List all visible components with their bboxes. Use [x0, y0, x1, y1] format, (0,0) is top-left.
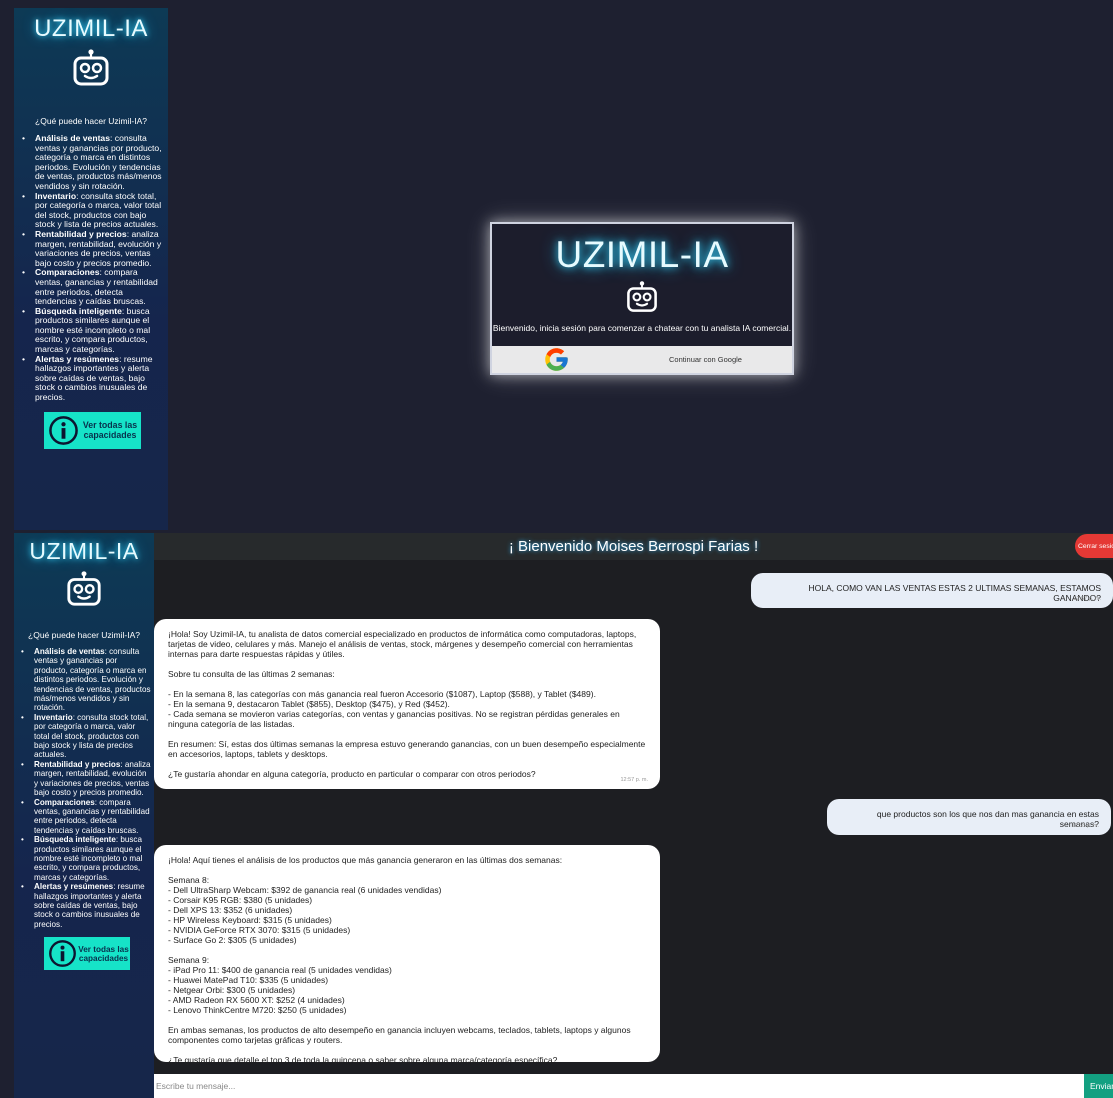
list-item: Comparaciones: compara ventas, ganancias…: [22, 268, 165, 306]
chat-messages[interactable]: HOLA, COMO VAN LAS VENTAS ESTAS 2 ULTIMA…: [154, 560, 1113, 1074]
capabilities-heading: ¿Qué puede hacer Uzimil-IA?: [35, 116, 147, 126]
chat-header: ¡ Bienvenido Moises Berrospi Farias ! Ce…: [154, 533, 1113, 560]
message-composer: Enviar: [154, 1074, 1113, 1098]
login-brand-title: UZIMIL-IA: [555, 234, 729, 275]
login-card: UZIMIL-IA Bienvenido, inicia sesión para…: [490, 222, 794, 375]
user-message: que productos son los que nos dan mas ga…: [827, 799, 1111, 835]
message-timestamp: 12:58 p. m.: [1071, 823, 1099, 829]
message-paragraph: ¡Hola! Soy Uzimil-IA, tu analista de dat…: [168, 629, 639, 659]
sidebar-chat-screen: UZIMIL-IA ¿Qué puede hacer Uzimil-IA? An…: [14, 533, 154, 1098]
info-icon: [48, 415, 79, 446]
message-timestamp: 12:57 p. m.: [620, 777, 648, 783]
list-item: Búsqueda inteligente: busca productos si…: [21, 835, 151, 882]
message-paragraph: ¿Te gustaría que detalle el top 3 de tod…: [168, 1055, 558, 1065]
bot-message: ¡Hola! Soy Uzimil-IA, tu analista de dat…: [154, 619, 660, 789]
message-paragraph: Semana 9: - iPad Pro 11: $400 de gananci…: [168, 955, 392, 1015]
message-text: HOLA, COMO VAN LAS VENTAS ESTAS 2 ULTIMA…: [808, 583, 1104, 603]
list-item: Alertas y resúmenes: resume hallazgos im…: [22, 354, 165, 403]
list-item: Análisis de ventas: consulta ventas y ga…: [21, 647, 151, 713]
robot-icon: [16, 48, 166, 88]
list-item: Análisis de ventas: consulta ventas y ga…: [22, 133, 165, 192]
robot-icon: [16, 570, 152, 608]
capabilities-list: Análisis de ventas: consulta ventas y ga…: [16, 647, 152, 929]
list-item: Comparaciones: compara ventas, ganancias…: [21, 798, 151, 836]
sidebar-brand-title: UZIMIL-IA: [34, 15, 148, 42]
sidebar-login-screen: UZIMIL-IA ¿Qué puede hacer Uzimil-IA? An…: [14, 8, 168, 530]
login-welcome-message: Bienvenido, inicia sesión para comenzar …: [492, 323, 792, 333]
message-paragraph: En resumen: Sí, estas dos últimas semana…: [168, 739, 648, 759]
google-signin-label: Continuar con Google: [669, 355, 742, 364]
robot-icon: [492, 280, 792, 314]
info-icon: [48, 939, 77, 968]
message-paragraph: Semana 8: - Dell UltraSharp Webcam: $392…: [168, 875, 442, 945]
list-item: Búsqueda inteligente: busca productos si…: [22, 306, 165, 355]
list-item: Rentabilidad y precios: analiza margen, …: [22, 229, 165, 268]
view-capabilities-label: Ver todas las capacidades: [78, 944, 129, 963]
message-paragraph: ¡Hola! Aquí tienes el análisis de los pr…: [168, 855, 563, 865]
list-item: Inventario: consulta stock total, por ca…: [22, 191, 165, 230]
google-signin-button[interactable]: Continuar con Google: [492, 346, 792, 373]
list-item: Alertas y resúmenes: resume hallazgos im…: [21, 882, 151, 929]
google-icon: [494, 346, 619, 373]
sidebar-brand-title: UZIMIL-IA: [29, 538, 139, 564]
message-timestamp: 12:57 p. m.: [1073, 596, 1101, 602]
capabilities-heading: ¿Qué puede hacer Uzimil-IA?: [28, 630, 140, 640]
send-button[interactable]: Enviar: [1084, 1074, 1113, 1098]
user-message: HOLA, COMO VAN LAS VENTAS ESTAS 2 ULTIMA…: [751, 573, 1113, 608]
message-paragraph: - En la semana 8, las categorías con más…: [168, 689, 620, 729]
message-text: que productos son los que nos dan mas ga…: [876, 809, 1102, 829]
bot-message: ¡Hola! Aquí tienes el análisis de los pr…: [154, 845, 660, 1065]
capabilities-list: Análisis de ventas: consulta ventas y ga…: [16, 133, 166, 403]
logout-button[interactable]: Cerrar sesión: [1075, 534, 1113, 558]
view-capabilities-button[interactable]: Ver todas las capacidades: [44, 937, 130, 971]
list-item: Inventario: consulta stock total, por ca…: [21, 713, 151, 760]
message-paragraph: En ambas semanas, los productos de alto …: [168, 1025, 633, 1045]
list-item: Rentabilidad y precios: analiza margen, …: [21, 760, 151, 798]
message-input[interactable]: [154, 1074, 1084, 1098]
view-capabilities-button[interactable]: Ver todas las capacidades: [44, 411, 141, 449]
view-capabilities-label: Ver todas las capacidades: [82, 420, 138, 441]
message-paragraph: ¿Te gustaría ahondar en alguna categoría…: [168, 769, 536, 779]
chat-welcome-title: ¡ Bienvenido Moises Berrospi Farias !: [508, 538, 759, 555]
message-paragraph: Sobre tu consulta de las últimas 2 seman…: [168, 669, 335, 679]
